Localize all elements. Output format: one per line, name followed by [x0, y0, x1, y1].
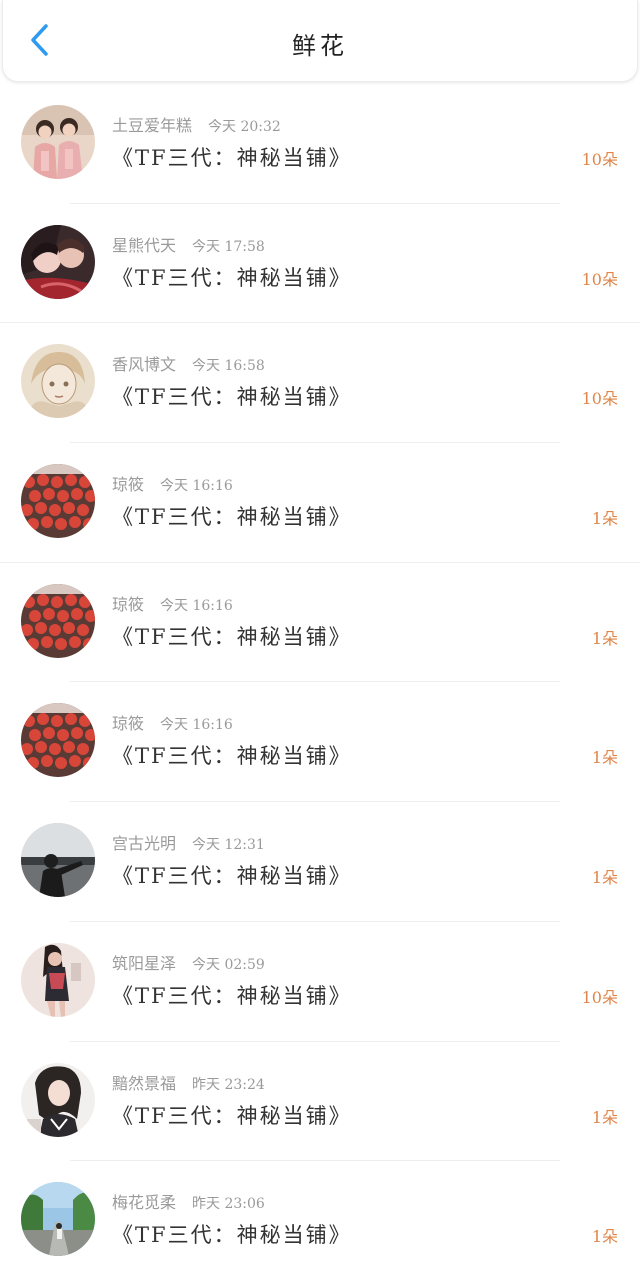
list-item[interactable]: 梅花觅柔 昨天 23:06 《TF三代：神秘当铺》 1朵 — [0, 1161, 640, 1281]
sender-name[interactable]: 黯然景福 — [112, 1074, 176, 1093]
sender-info: 宫古光明 今天 12:31 — [112, 830, 265, 854]
sender-name[interactable]: 土豆爱年糕 — [112, 116, 192, 135]
sender-info: 星熊代天 今天 17:58 — [112, 232, 265, 256]
list-item[interactable]: 琼筱 今天 16:16 《TF三代：神秘当铺》 1朵 — [0, 682, 640, 803]
sender-name[interactable]: 筑阳星泽 — [112, 954, 176, 973]
book-title[interactable]: 《TF三代：神秘当铺》 — [112, 501, 352, 531]
flower-count: 10朵 — [581, 389, 618, 409]
book-title[interactable]: 《TF三代：神秘当铺》 — [112, 142, 352, 172]
sender-name[interactable]: 星熊代天 — [112, 236, 176, 255]
book-title[interactable]: 《TF三代：神秘当铺》 — [112, 980, 352, 1010]
sender-info: 梅花觅柔 昨天 23:06 — [112, 1189, 265, 1213]
list-item[interactable]: 筑阳星泽 今天 02:59 《TF三代：神秘当铺》 10朵 — [0, 922, 640, 1042]
send-time: 今天 16:16 — [160, 597, 233, 614]
flower-count: 10朵 — [581, 987, 618, 1007]
flower-count: 1朵 — [591, 748, 618, 768]
avatar[interactable] — [21, 703, 95, 778]
list-item[interactable]: 星熊代天 今天 17:58 《TF三代：神秘当铺》 10朵 — [0, 204, 640, 324]
avatar[interactable] — [21, 105, 95, 179]
send-time: 今天 16:58 — [192, 358, 265, 375]
avatar[interactable] — [21, 942, 95, 1017]
sender-name[interactable]: 琼筱 — [112, 475, 144, 494]
list-item[interactable]: 琼筱 今天 16:16 《TF三代：神秘当铺》 1朵 — [0, 443, 640, 563]
send-time: 今天 17:58 — [192, 238, 265, 255]
send-time: 今天 16:16 — [160, 717, 233, 734]
sender-name[interactable]: 香风博文 — [112, 355, 176, 374]
flower-count: 1朵 — [591, 868, 618, 888]
send-time: 昨天 23:24 — [192, 1076, 265, 1093]
sender-name[interactable]: 梅花觅柔 — [112, 1193, 176, 1212]
book-title[interactable]: 《TF三代：神秘当铺》 — [112, 621, 352, 651]
book-title[interactable]: 《TF三代：神秘当铺》 — [112, 860, 352, 890]
page-title: 鲜花 — [292, 32, 348, 60]
avatar[interactable] — [21, 224, 95, 299]
send-time: 今天 12:31 — [192, 837, 265, 854]
avatar[interactable] — [21, 823, 95, 898]
book-title[interactable]: 《TF三代：神秘当铺》 — [112, 1219, 352, 1249]
book-title[interactable]: 《TF三代：神秘当铺》 — [112, 1100, 352, 1130]
list-item[interactable]: 香风博文 今天 16:58 《TF三代：神秘当铺》 10朵 — [0, 323, 640, 444]
book-title[interactable]: 《TF三代：神秘当铺》 — [112, 262, 352, 292]
list-item[interactable]: 黯然景福 昨天 23:24 《TF三代：神秘当铺》 1朵 — [0, 1042, 640, 1162]
sender-info: 筑阳星泽 今天 02:59 — [112, 950, 265, 974]
flower-gift-list: 土豆爱年糕 今天 20:32 《TF三代：神秘当铺》 10朵 星熊代天 今天 17:… — [0, 84, 640, 1281]
sender-name[interactable]: 宫古光明 — [112, 834, 176, 853]
flower-count: 10朵 — [581, 269, 618, 289]
flower-count: 10朵 — [581, 150, 618, 169]
sender-info: 琼筱 今天 16:16 — [112, 471, 233, 495]
avatar[interactable] — [21, 1182, 95, 1257]
avatar[interactable] — [21, 1062, 95, 1137]
sender-name[interactable]: 琼筱 — [112, 595, 144, 614]
sender-info: 黯然景福 昨天 23:24 — [112, 1070, 265, 1094]
book-title[interactable]: 《TF三代：神秘当铺》 — [112, 740, 352, 770]
send-time: 今天 16:16 — [160, 478, 233, 495]
avatar[interactable] — [21, 464, 95, 539]
list-item[interactable]: 琼筱 今天 16:16 《TF三代：神秘当铺》 1朵 — [0, 563, 640, 683]
list-item[interactable]: 土豆爱年糕 今天 20:32 《TF三代：神秘当铺》 10朵 — [0, 84, 640, 204]
sender-name[interactable]: 琼筱 — [112, 714, 144, 733]
book-title[interactable]: 《TF三代：神秘当铺》 — [112, 381, 352, 411]
sender-info: 琼筱 今天 16:16 — [112, 591, 233, 615]
sender-info: 琼筱 今天 16:16 — [112, 710, 233, 734]
sender-info: 土豆爱年糕 今天 20:32 — [112, 112, 281, 136]
flower-count: 1朵 — [591, 1107, 618, 1127]
flower-count: 1朵 — [591, 509, 618, 529]
avatar[interactable] — [21, 583, 95, 658]
send-time: 今天 20:32 — [208, 119, 281, 135]
top-nav-bar: 鲜花 — [2, 0, 638, 82]
list-item[interactable]: 宫古光明 今天 12:31 《TF三代：神秘当铺》 1朵 — [0, 802, 640, 922]
sender-info: 香风博文 今天 16:58 — [112, 351, 265, 375]
flower-count: 1朵 — [591, 628, 618, 648]
avatar[interactable] — [21, 344, 95, 419]
send-time: 今天 02:59 — [192, 956, 265, 973]
flower-count: 1朵 — [591, 1227, 618, 1247]
send-time: 昨天 23:06 — [192, 1196, 265, 1213]
